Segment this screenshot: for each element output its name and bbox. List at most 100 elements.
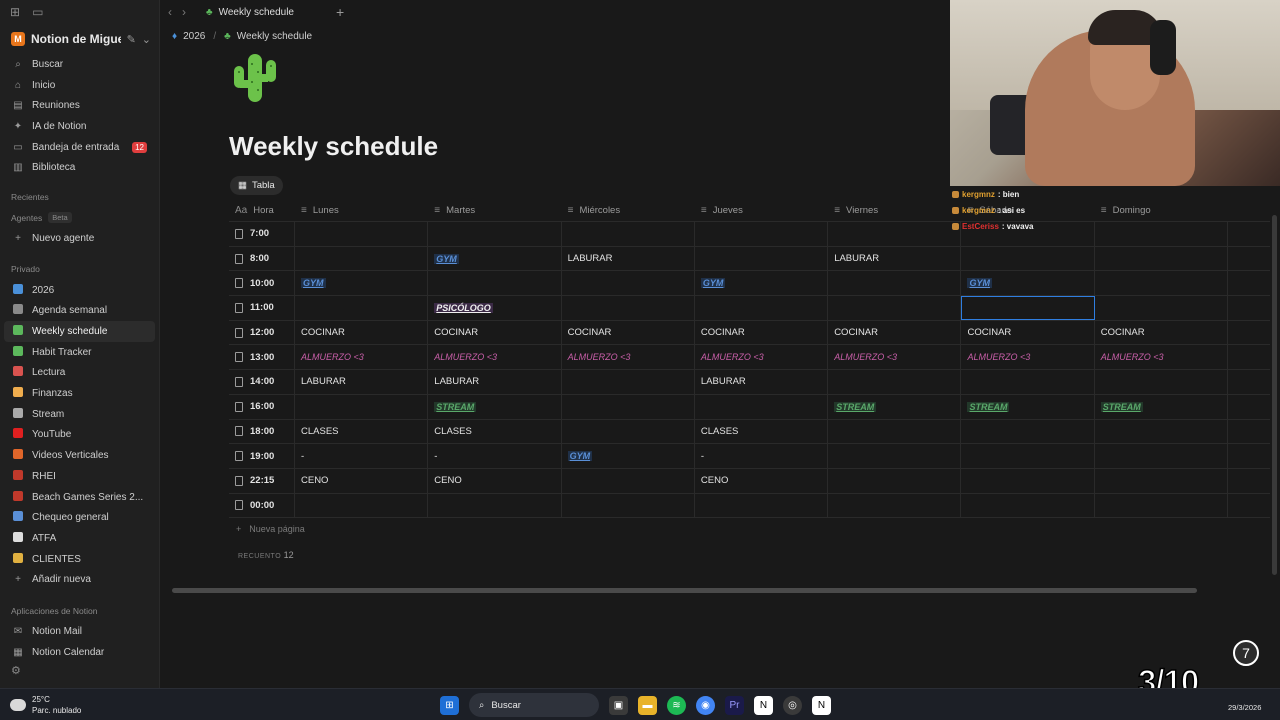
schedule-cell[interactable]	[828, 370, 962, 394]
hora-cell[interactable]: 16:00	[229, 394, 295, 419]
weather-widget[interactable]: 25°C Parc. nublado	[10, 694, 81, 716]
hora-cell[interactable]: 00:00	[229, 493, 295, 518]
column-header-7[interactable]: ≡ Domingo	[1095, 200, 1228, 221]
page-title[interactable]: Weekly schedule	[229, 131, 438, 162]
tab-weekly-schedule[interactable]: ♣ Weekly schedule	[196, 0, 324, 24]
schedule-cell[interactable]: LABURAR	[828, 246, 962, 271]
schedule-cell[interactable]	[828, 271, 962, 296]
settings-icon[interactable]: ⊞	[10, 5, 20, 19]
schedule-cell[interactable]: CENO	[428, 468, 562, 493]
sidebar-page-10[interactable]: Beach Games Series 2...	[0, 487, 159, 508]
schedule-cell[interactable]	[828, 419, 962, 444]
view-tab-tabla[interactable]: ▦ Tabla	[230, 176, 283, 195]
schedule-cell[interactable]	[695, 222, 829, 246]
schedule-cell[interactable]: COCINAR	[428, 320, 562, 345]
hora-cell[interactable]: 10:00	[229, 271, 295, 296]
schedule-cell[interactable]	[828, 444, 962, 468]
sidebar-page-6[interactable]: Stream	[0, 404, 159, 425]
sidebar-item-ia-de-notion[interactable]: ✦ IA de Notion	[0, 116, 159, 137]
schedule-cell[interactable]: ALMUERZO <3	[961, 345, 1095, 370]
hora-cell[interactable]: 18:00	[229, 419, 295, 444]
sidebar-page-5[interactable]: Finanzas	[0, 383, 159, 404]
column-header-1[interactable]: ≡ Lunes	[295, 200, 428, 221]
new-tab-icon[interactable]: +	[336, 4, 344, 20]
schedule-cell[interactable]	[695, 394, 829, 419]
table-row[interactable]: 18:00 CLASES CLASES CLASES	[229, 419, 1270, 445]
sidebar-page-8[interactable]: Videos Verticales	[0, 445, 159, 466]
schedule-cell[interactable]	[961, 468, 1095, 493]
schedule-cell[interactable]	[295, 222, 429, 246]
back-arrow-icon[interactable]: ‹	[168, 5, 172, 19]
table-row[interactable]: 7:00	[229, 222, 1270, 247]
schedule-cell[interactable]	[961, 296, 1095, 320]
schedule-cell[interactable]	[1095, 222, 1229, 246]
schedule-cell[interactable]	[1095, 296, 1229, 320]
schedule-cell[interactable]	[428, 222, 562, 246]
schedule-cell[interactable]: ALMUERZO <3	[562, 345, 695, 370]
schedule-cell[interactable]: COCINAR	[961, 320, 1095, 345]
schedule-cell[interactable]	[562, 296, 695, 320]
schedule-cell[interactable]	[828, 493, 962, 518]
schedule-cell[interactable]	[695, 493, 829, 518]
sidebar-item-inicio[interactable]: ⌂ Inicio	[0, 75, 159, 96]
schedule-cell[interactable]	[828, 468, 962, 493]
schedule-cell[interactable]: GYM	[961, 271, 1095, 296]
add-new-button[interactable]: + Añadir nueva	[0, 569, 159, 590]
new-page-button[interactable]: + Nueva página	[236, 524, 305, 534]
schedule-cell[interactable]	[295, 493, 429, 518]
table-row[interactable]: 22:15 CENO CENO CENO	[229, 468, 1270, 494]
task-view-icon[interactable]: ▣	[609, 695, 628, 715]
page-cactus-icon[interactable]	[230, 52, 280, 104]
schedule-cell[interactable]	[562, 222, 695, 246]
taskbar-search[interactable]: ⌕ Buscar	[469, 693, 599, 717]
file-explorer-icon[interactable]: ▬	[638, 695, 657, 715]
chrome-icon[interactable]: ◉	[696, 695, 715, 715]
schedule-cell[interactable]	[1095, 370, 1229, 394]
schedule-cell[interactable]	[562, 419, 695, 444]
schedule-cell[interactable]	[295, 394, 429, 419]
obs-icon[interactable]: ◎	[783, 695, 802, 715]
column-header-0[interactable]: Aa Hora	[229, 200, 295, 221]
schedule-cell[interactable]: STREAM	[1095, 394, 1229, 419]
schedule-cell[interactable]: GYM	[695, 271, 829, 296]
schedule-cell[interactable]	[961, 493, 1095, 518]
column-header-2[interactable]: ≡ Martes	[428, 200, 561, 221]
vertical-scrollbar[interactable]	[1272, 215, 1277, 575]
hora-cell[interactable]: 19:00	[229, 444, 295, 468]
notion-icon[interactable]: N	[754, 695, 773, 715]
schedule-cell[interactable]	[828, 296, 962, 320]
sidebar-page-9[interactable]: RHEI	[0, 466, 159, 487]
sidebar-toggle-icon[interactable]: ▭	[32, 5, 43, 19]
schedule-cell[interactable]	[1095, 444, 1229, 468]
windows-start-icon[interactable]: ⊞	[440, 695, 459, 715]
schedule-cell[interactable]: -	[695, 444, 829, 468]
schedule-cell[interactable]: ALMUERZO <3	[295, 345, 429, 370]
schedule-cell[interactable]: -	[428, 444, 562, 468]
table-row[interactable]: 11:00 PSICÓLOGO	[229, 296, 1270, 321]
schedule-cell[interactable]: ALMUERZO <3	[828, 345, 962, 370]
schedule-cell[interactable]	[828, 222, 962, 246]
hora-cell[interactable]: 22:15	[229, 468, 295, 493]
sidebar-page-12[interactable]: ATFA	[0, 528, 159, 549]
sidebar-page-1[interactable]: Agenda semanal	[0, 301, 159, 322]
schedule-cell[interactable]	[961, 419, 1095, 444]
schedule-cell[interactable]	[562, 468, 695, 493]
hora-cell[interactable]: 8:00	[229, 246, 295, 271]
schedule-cell[interactable]: CLASES	[428, 419, 562, 444]
sidebar-page-7[interactable]: YouTube	[0, 425, 159, 446]
schedule-cell[interactable]: ALMUERZO <3	[428, 345, 562, 370]
sidebar-item-biblioteca[interactable]: ▥ Biblioteca	[0, 157, 159, 178]
sidebar-item-notion-calendar[interactable]: ▦ Notion Calendar	[0, 642, 159, 663]
workspace-switcher[interactable]: M Notion de Miguel ... ✎ ⌄	[0, 24, 159, 54]
hora-cell[interactable]: 7:00	[229, 222, 295, 246]
schedule-cell[interactable]: GYM	[295, 271, 429, 296]
schedule-cell[interactable]: LABURAR	[695, 370, 829, 394]
sidebar-item-reuniones[interactable]: ▤ Reuniones	[0, 95, 159, 116]
schedule-cell[interactable]: ALMUERZO <3	[695, 345, 829, 370]
sidebar-page-3[interactable]: Habit Tracker	[0, 342, 159, 363]
new-page-icon[interactable]: ✎	[127, 33, 136, 46]
schedule-cell[interactable]	[1095, 271, 1229, 296]
table-row[interactable]: 19:00 - - GYM -	[229, 444, 1270, 469]
sidebar-page-11[interactable]: Chequeo general	[0, 507, 159, 528]
schedule-cell[interactable]	[1095, 246, 1229, 271]
